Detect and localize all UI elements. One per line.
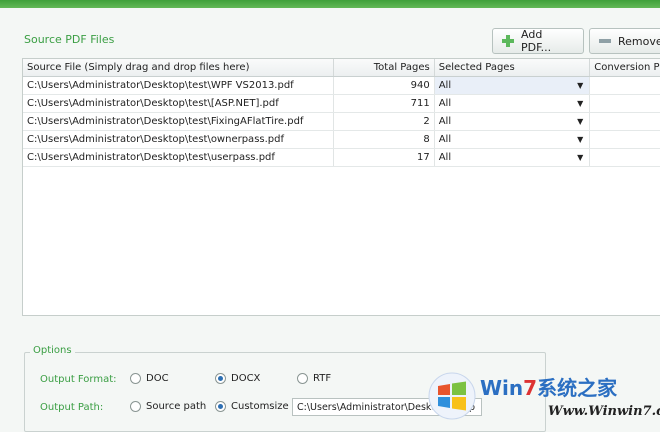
watermark-brand: Win7系统之家 <box>480 372 617 401</box>
file-path-cell: C:\Users\Administrator\Desktop\test\[ASP… <box>23 95 335 112</box>
options-legend: Options <box>30 345 75 356</box>
watermark-brand-suffix: 系统之家 <box>537 376 618 400</box>
plus-icon <box>501 34 515 48</box>
dropdown-arrow-icon[interactable]: ▼ <box>577 99 583 108</box>
file-path-cell: C:\Users\Administrator\Desktop\test\owne… <box>23 131 335 148</box>
total-pages-cell: 8 <box>334 131 435 148</box>
table-header: Source File (Simply drag and drop files … <box>23 59 660 77</box>
selected-pages-value: All <box>438 116 452 127</box>
window-header-band <box>0 0 660 8</box>
dropdown-arrow-icon[interactable]: ▼ <box>577 153 583 162</box>
total-pages-cell: 940 <box>334 77 435 94</box>
format-rtf-label: RTF <box>313 373 332 384</box>
conversion-progress-cell <box>590 149 660 166</box>
format-docx-label: DOCX <box>231 373 261 384</box>
radio-circle[interactable] <box>297 373 308 384</box>
conversion-progress-cell <box>590 77 660 94</box>
selected-pages-dropdown[interactable]: All ▼ <box>435 113 591 130</box>
dropdown-arrow-icon[interactable]: ▼ <box>577 117 583 126</box>
selected-pages-dropdown[interactable]: All ▼ <box>434 77 591 94</box>
column-header-selected-pages[interactable]: Selected Pages <box>435 59 591 76</box>
file-path-cell: C:\Users\Administrator\Desktop\test\WPF … <box>23 77 335 94</box>
column-header-conversion-progress[interactable]: Conversion Progress <box>590 59 660 76</box>
format-radio-docx[interactable]: DOCX <box>215 373 260 384</box>
path-radio-source[interactable]: Source path <box>130 401 206 412</box>
add-pdf-button[interactable]: Add PDF... <box>492 28 584 54</box>
selected-pages-value: All <box>438 152 452 163</box>
table-row[interactable]: C:\Users\Administrator\Desktop\test\[ASP… <box>23 95 660 113</box>
path-source-label: Source path <box>146 401 207 412</box>
windows-logo-icon <box>428 372 476 420</box>
column-header-total-pages[interactable]: Total Pages <box>334 59 435 76</box>
watermark: Win7系统之家 Www.Winwin7.com <box>428 366 660 428</box>
output-format-label: Output Format: <box>40 374 117 385</box>
conversion-progress-cell <box>590 113 660 130</box>
path-customsize-label: Customsize <box>231 401 289 412</box>
selected-pages-dropdown[interactable]: All ▼ <box>435 131 591 148</box>
dropdown-arrow-icon[interactable]: ▼ <box>577 135 583 144</box>
selected-pages-value: All <box>438 80 452 91</box>
format-doc-label: DOC <box>146 373 169 384</box>
radio-circle[interactable] <box>130 401 141 412</box>
format-radio-rtf[interactable]: RTF <box>297 373 331 384</box>
section-title: Source PDF Files <box>24 33 115 46</box>
table-row[interactable]: C:\Users\Administrator\Desktop\test\user… <box>23 149 660 167</box>
selected-pages-value: All <box>438 98 452 109</box>
output-path-label: Output Path: <box>40 402 104 413</box>
path-radio-customsize[interactable]: Customsize <box>215 401 289 412</box>
table-row[interactable]: C:\Users\Administrator\Desktop\test\owne… <box>23 131 660 149</box>
watermark-brand-seven: 7 <box>523 376 538 400</box>
pdf-file-table[interactable]: Source File (Simply drag and drop files … <box>22 58 660 316</box>
radio-circle[interactable] <box>130 373 141 384</box>
conversion-progress-cell <box>590 131 660 148</box>
watermark-url: Www.Winwin7.com <box>548 404 660 419</box>
dropdown-arrow-icon[interactable]: ▼ <box>577 81 583 90</box>
conversion-progress-cell <box>590 95 660 112</box>
table-row[interactable]: C:\Users\Administrator\Desktop\test\WPF … <box>23 77 660 95</box>
file-path-cell: C:\Users\Administrator\Desktop\test\user… <box>23 149 335 166</box>
remove-button[interactable]: Remove <box>589 28 660 54</box>
column-header-source-file[interactable]: Source File (Simply drag and drop files … <box>23 59 335 76</box>
table-row[interactable]: C:\Users\Administrator\Desktop\test\Fixi… <box>23 113 660 131</box>
file-path-cell: C:\Users\Administrator\Desktop\test\Fixi… <box>23 113 335 130</box>
add-pdf-label: Add PDF... <box>521 28 552 54</box>
selected-pages-dropdown[interactable]: All ▼ <box>435 149 591 166</box>
remove-label: Remove <box>618 34 660 48</box>
selected-pages-dropdown[interactable]: All ▼ <box>435 95 591 112</box>
radio-circle[interactable] <box>215 401 226 412</box>
radio-circle[interactable] <box>215 373 226 384</box>
minus-icon <box>598 34 612 48</box>
total-pages-cell: 17 <box>334 149 435 166</box>
selected-pages-value: All <box>438 134 452 145</box>
format-radio-doc[interactable]: DOC <box>130 373 169 384</box>
watermark-brand-prefix: Win <box>480 376 524 400</box>
total-pages-cell: 2 <box>334 113 435 130</box>
total-pages-cell: 711 <box>334 95 435 112</box>
